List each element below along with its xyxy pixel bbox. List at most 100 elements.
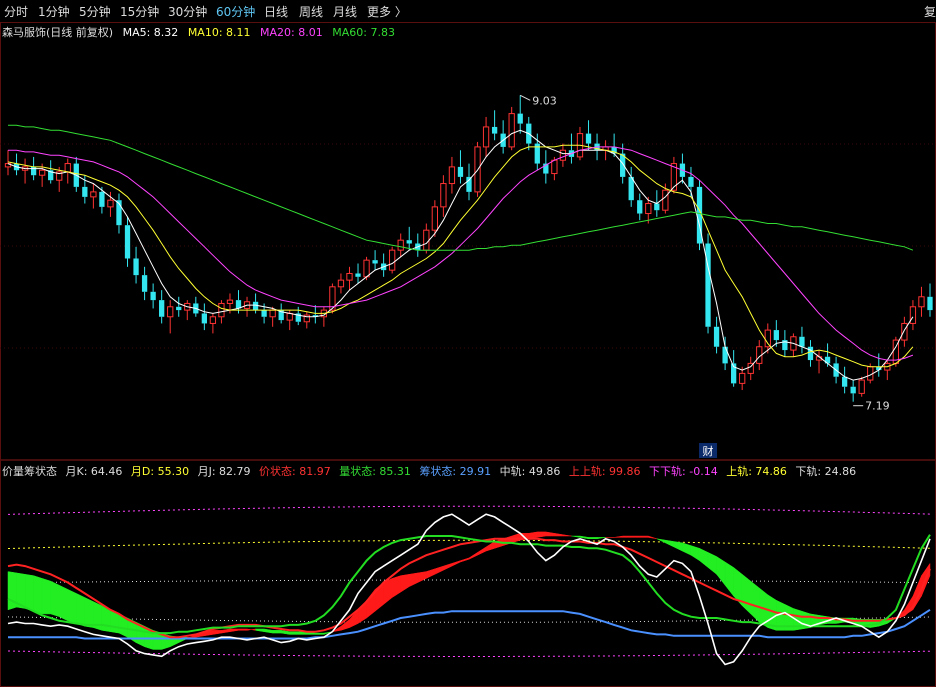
candle-body — [406, 240, 412, 244]
kd-ribbon-segment — [579, 535, 589, 540]
kd-ribbon-segment — [84, 597, 94, 628]
kd-ribbon-segment — [58, 584, 69, 622]
candle-94 — [807, 340, 814, 367]
candle-44 — [380, 253, 387, 277]
candle-51 — [440, 175, 447, 217]
kd-ribbon-segment — [665, 539, 675, 548]
candle-body — [397, 239, 404, 251]
candle-99 — [850, 380, 856, 402]
candle-45 — [389, 246, 396, 274]
candle-100 — [858, 376, 865, 397]
candle-body — [133, 258, 139, 276]
candle-body — [141, 275, 148, 292]
candle-59 — [508, 106, 515, 151]
kd-ribbon-segment — [434, 565, 444, 575]
kd-ribbon-segment — [93, 601, 103, 631]
candle-40 — [346, 266, 353, 291]
kd-ribbon-segment — [212, 630, 222, 635]
candle-body — [637, 200, 643, 214]
candle-body — [209, 316, 217, 324]
candle-body — [585, 133, 592, 144]
kd-ribbon-segment — [630, 535, 640, 538]
kd-ribbon-segment — [255, 628, 265, 632]
candle-65 — [559, 143, 567, 167]
kd-ribbon-segment — [588, 537, 598, 540]
candle-body — [218, 302, 225, 318]
candle-body — [124, 225, 131, 259]
kd-ribbon-segment — [571, 535, 581, 538]
candle-15 — [133, 246, 139, 284]
kd-ribbon-segment — [289, 631, 299, 635]
kd-ribbon-segment — [33, 575, 43, 615]
kd-ribbon-segment — [400, 574, 410, 593]
kd-ribbon-segment — [50, 580, 60, 618]
candle-body — [99, 191, 105, 207]
candle-body — [645, 203, 652, 215]
candle-body — [457, 166, 464, 177]
candle-108 — [927, 283, 933, 317]
kd-ribbon-segment — [690, 545, 700, 562]
kd-ribbon-segment — [741, 573, 751, 615]
kd-ribbon-segment — [426, 568, 436, 579]
candle-body — [346, 272, 353, 281]
candle-body — [773, 330, 779, 341]
candle-body — [167, 306, 174, 318]
candle-35 — [303, 311, 310, 329]
kd-ribbon-segment — [502, 535, 512, 546]
candle-107 — [918, 286, 925, 317]
kd-ribbon-segment — [699, 547, 709, 568]
low-price-label: 7.19 — [865, 400, 890, 413]
candle-24 — [209, 313, 217, 334]
candle-106 — [909, 300, 917, 331]
candle-102 — [876, 353, 882, 377]
candle-body — [90, 191, 97, 198]
candle-85 — [731, 350, 737, 387]
candle-43 — [372, 250, 378, 271]
candle-body — [39, 169, 46, 176]
candle-body — [431, 206, 438, 231]
candle-91 — [782, 330, 788, 357]
chart-canvas: 9.03 7.19 财 — [0, 22, 936, 687]
candle-body — [551, 159, 558, 175]
candle-body — [850, 386, 856, 394]
candle-84 — [722, 336, 728, 371]
candle-93 — [799, 326, 805, 354]
candle-68 — [585, 120, 592, 151]
candle-body — [662, 189, 669, 211]
candle-66 — [568, 133, 575, 164]
candle-body — [82, 186, 88, 197]
candle-body — [517, 113, 523, 124]
candle-92 — [790, 333, 797, 357]
candle-body — [355, 273, 361, 277]
candle-body — [799, 336, 805, 347]
candle-body — [201, 313, 207, 324]
candle-body — [508, 113, 515, 148]
finance-marker-label: 财 — [703, 444, 714, 458]
candle-body — [261, 310, 267, 317]
candle-21 — [184, 300, 191, 321]
candle-47 — [406, 226, 412, 251]
chart-frame — [0, 22, 936, 687]
candle-60 — [517, 95, 523, 134]
kd-ribbon-segment — [724, 561, 734, 597]
candle-98 — [841, 366, 848, 394]
band-line — [7, 539, 931, 549]
kd-ribbon-segment — [468, 551, 478, 560]
kd-ribbon-segment — [648, 535, 657, 540]
kd-ribbon-segment — [417, 571, 427, 583]
candle-46 — [397, 233, 404, 257]
candle-body — [858, 379, 865, 394]
candle-body — [688, 176, 694, 187]
candle-53 — [457, 150, 464, 184]
candle-18 — [159, 290, 165, 324]
candle-36 — [312, 305, 318, 324]
candle-32 — [278, 303, 284, 324]
kd-ribbon-segment — [238, 628, 248, 631]
candle-23 — [201, 303, 207, 331]
candle-body — [713, 326, 720, 347]
candle-105 — [901, 316, 908, 347]
kd-ribbon-segment — [443, 563, 453, 571]
candle-body — [226, 299, 234, 304]
kd-ribbon-segment — [451, 560, 461, 567]
kd-ribbon-segment — [750, 580, 760, 623]
